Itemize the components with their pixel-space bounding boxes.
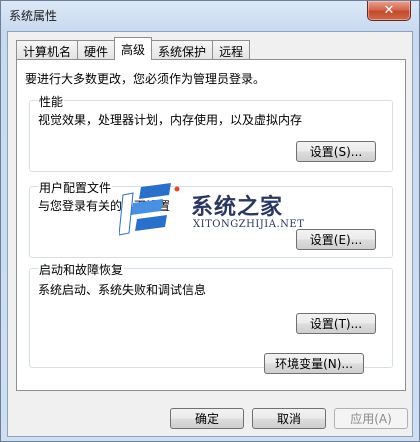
startup-recovery-title: 启动和故障恢复 xyxy=(38,261,125,278)
watermark-logo-text: 系统之家 xyxy=(191,194,284,220)
watermark-logo-icon xyxy=(118,183,180,236)
close-icon: ✕ xyxy=(383,3,395,18)
user-profiles-title: 用户配置文件 xyxy=(38,179,113,196)
performance-title: 性能 xyxy=(38,93,65,110)
tab-system-protection[interactable]: 系统保护 xyxy=(151,40,214,60)
tab-computer-name[interactable]: 计算机名 xyxy=(16,40,79,60)
site-watermark: 系统之家 XITONGZHIJIA.NET xyxy=(118,181,329,241)
apply-button[interactable]: 应用(A) xyxy=(334,408,408,429)
performance-settings-button[interactable]: 设置(S)... xyxy=(296,141,376,162)
startup-recovery-settings-button[interactable]: 设置(T)... xyxy=(296,313,376,334)
performance-description: 视觉效果，处理器计划，内存使用，以及虚拟内存 xyxy=(38,113,303,127)
watermark-site: XITONGZHIJIA.NET xyxy=(193,219,305,230)
tab-advanced[interactable]: 高级 xyxy=(114,37,153,60)
tab-hardware[interactable]: 硬件 xyxy=(77,40,116,60)
window-title: 系统属性 xyxy=(9,9,58,23)
performance-group: 性能 视觉效果，处理器计划，内存使用，以及虚拟内存 设置(S)... xyxy=(29,93,393,172)
startup-recovery-description: 系统启动、系统失败和调试信息 xyxy=(38,283,207,297)
title-bar[interactable]: 系统属性 ✕ xyxy=(1,1,419,29)
cancel-button[interactable]: 取消 xyxy=(252,408,326,429)
environment-variables-button[interactable]: 环境变量(N)... xyxy=(264,353,364,374)
system-properties-window: 系统属性 ✕ 计算机名 硬件 高级 系统保护 远程 要进行大多数更改，您必须作为… xyxy=(0,0,420,442)
tab-remote[interactable]: 远程 xyxy=(212,40,251,60)
ok-button[interactable]: 确定 xyxy=(170,408,244,429)
tab-strip: 计算机名 硬件 高级 系统保护 远程 xyxy=(16,37,251,60)
admin-note: 要进行大多数更改，您必须作为管理员登录。 xyxy=(25,72,266,86)
close-button[interactable]: ✕ xyxy=(367,1,411,21)
